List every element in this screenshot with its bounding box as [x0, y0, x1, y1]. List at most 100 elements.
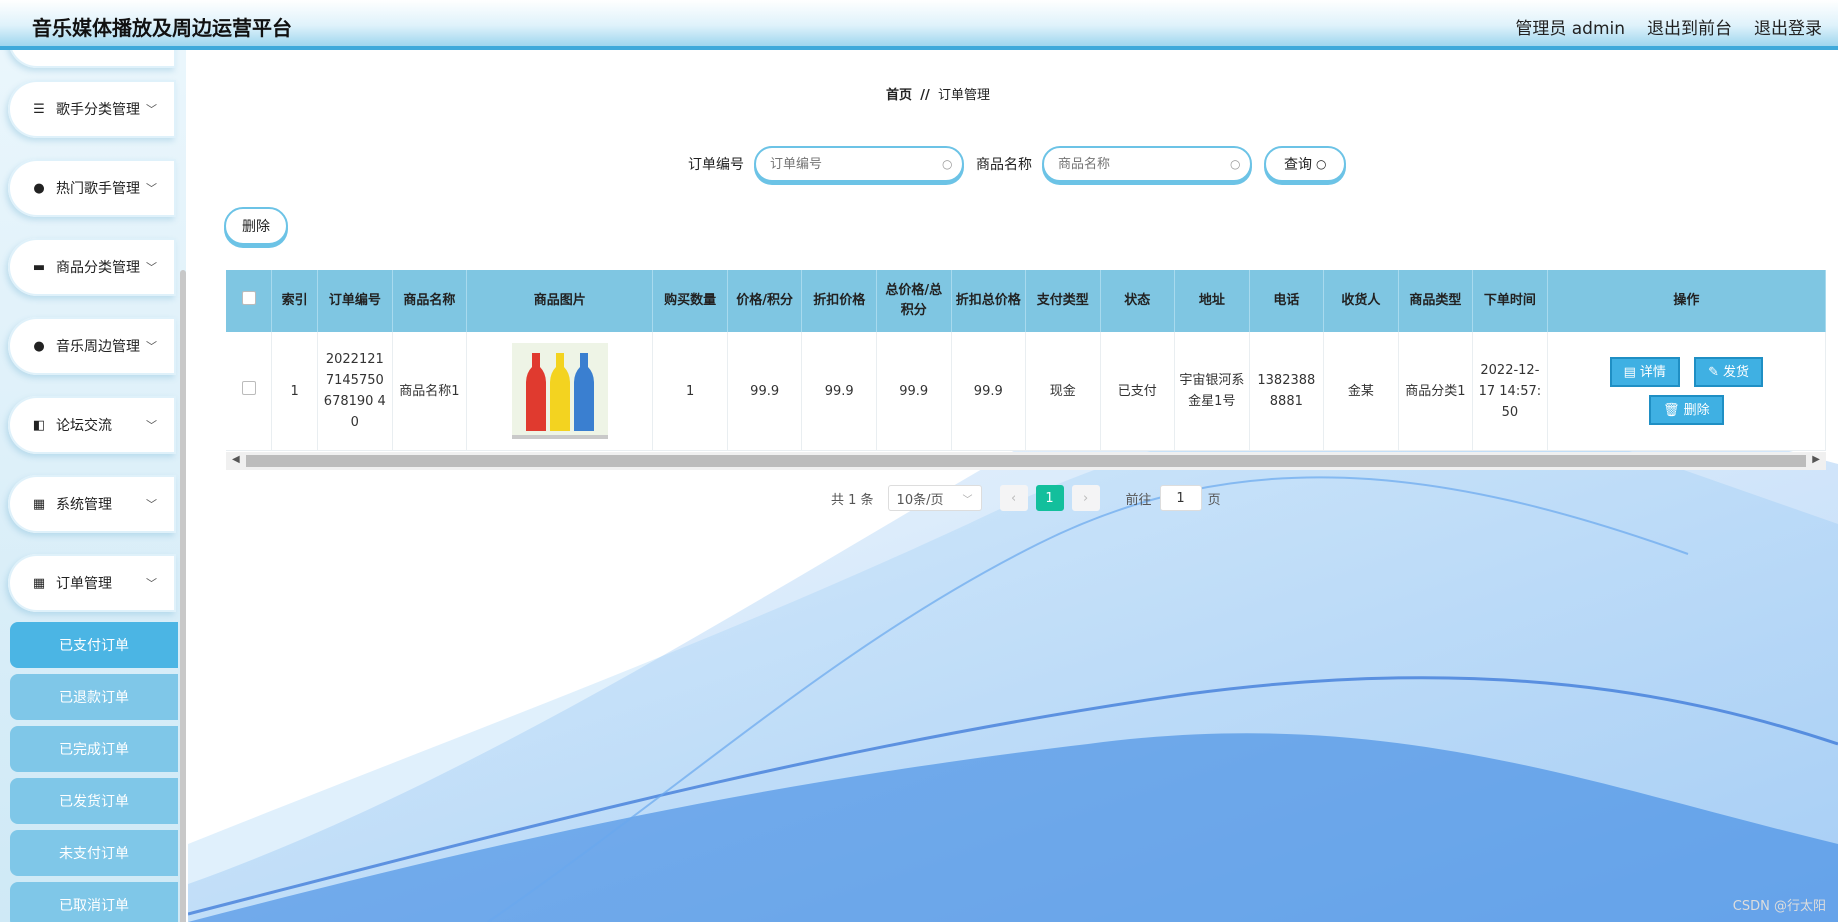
cell-price: 99.9 — [727, 332, 803, 451]
main-content: 首页 // 订单管理 订单编号 ○ 商品名称 ○ 查询 ○ 删除 — [188, 54, 1838, 922]
edit-icon: ✎ — [1708, 364, 1719, 380]
product-name-label: 商品名称 — [976, 157, 1032, 173]
box-icon: ▬ — [32, 259, 46, 275]
ship-button[interactable]: ✎ 发货 — [1694, 357, 1763, 387]
search-icon: ○ — [942, 157, 953, 171]
row-select-cell[interactable] — [226, 332, 273, 451]
chevron-down-icon: ﹀ — [962, 494, 973, 506]
sidebar-item-music-merch[interactable]: ● 音乐周边管理 ﹀ — [8, 317, 176, 375]
sidebar-item-forum[interactable]: ◧ 论坛交流 ﹀ — [8, 396, 176, 454]
col-status[interactable]: 状态 — [1100, 270, 1176, 332]
product-image[interactable] — [511, 343, 608, 439]
col-quantity[interactable]: 购买数量 — [652, 270, 728, 332]
col-discount-price[interactable]: 折扣价格 — [801, 270, 877, 332]
person-icon: ● — [33, 180, 45, 196]
sidebar-sub-shipped-orders[interactable]: 已发货订单 — [10, 778, 178, 824]
col-phone[interactable]: 电话 — [1249, 270, 1325, 332]
cell-order-time: 2022-12-17 14:57:50 — [1472, 332, 1548, 451]
cell-pay-type: 现金 — [1025, 332, 1101, 451]
cell-product-image — [466, 332, 654, 451]
order-no-input[interactable] — [768, 155, 942, 173]
cell-total: 99.9 — [876, 332, 952, 451]
page-number-1[interactable]: 1 — [1035, 485, 1064, 511]
row-checkbox[interactable] — [241, 380, 256, 395]
table-row: 1 20221217145750678190 40 商品名称1 1 99.9 9… — [226, 332, 1826, 451]
batch-delete-button[interactable]: 删除 — [224, 207, 288, 245]
cell-quantity: 1 — [652, 332, 728, 451]
sidebar-sub-refunded-orders[interactable]: 已退款订单 — [10, 674, 178, 720]
next-page-button[interactable]: › — [1071, 485, 1100, 511]
chevron-down-icon: ﹀ — [146, 103, 157, 116]
person-icon: ● — [33, 338, 45, 354]
orders-table-wrapper: 索引 订单编号 商品名称 商品图片 购买数量 价格/积分 折扣价格 总价格/总积… — [226, 270, 1826, 470]
chevron-right-icon: › — [1082, 490, 1089, 506]
table-horizontal-scrollbar[interactable]: ◀ ▶ — [226, 452, 1826, 470]
trash-icon: 🗑 — [1663, 402, 1680, 418]
col-index[interactable]: 索引 — [271, 270, 319, 332]
col-receiver[interactable]: 收货人 — [1323, 270, 1399, 332]
search-bar: 订单编号 ○ 商品名称 ○ 查询 ○ — [688, 146, 1347, 182]
breadcrumb-home[interactable]: 首页 — [886, 88, 912, 103]
col-discount-total[interactable]: 折扣总价格 — [951, 270, 1027, 332]
cell-discount-total: 99.9 — [951, 332, 1027, 451]
col-product-image[interactable]: 商品图片 — [466, 270, 654, 332]
col-address[interactable]: 地址 — [1174, 270, 1250, 332]
sidebar-item-hot-singer[interactable]: ● 热门歌手管理 ﹀ — [8, 159, 176, 217]
col-order-no[interactable]: 订单编号 — [317, 270, 393, 332]
app-title: 音乐媒体播放及周边运营平台 — [32, 16, 292, 40]
cell-status: 已支付 — [1100, 332, 1176, 451]
exit-to-front-link[interactable]: 退出到前台 — [1647, 14, 1732, 39]
table-header-row: 索引 订单编号 商品名称 商品图片 购买数量 价格/积分 折扣价格 总价格/总积… — [226, 270, 1826, 332]
top-header: 音乐媒体播放及周边运营平台 管理员 admin 退出到前台 退出登录 — [0, 0, 1838, 50]
col-order-time[interactable]: 下单时间 — [1472, 270, 1548, 332]
chat-icon: ◧ — [32, 417, 46, 433]
sidebar-sub-completed-orders[interactable]: 已完成订单 — [10, 726, 178, 772]
cell-receiver: 金某 — [1323, 332, 1399, 451]
admin-user-label: 管理员 admin — [1515, 19, 1625, 39]
sidebar-item-orders[interactable]: ▦ 订单管理 ﹀ — [8, 554, 176, 612]
col-price[interactable]: 价格/积分 — [727, 270, 803, 332]
chevron-down-icon: ﹀ — [146, 261, 157, 274]
product-name-field[interactable]: ○ — [1042, 146, 1252, 182]
col-product-name[interactable]: 商品名称 — [392, 270, 468, 332]
page-size-select[interactable]: 10条/页 ﹀ — [887, 485, 982, 511]
order-no-label: 订单编号 — [688, 157, 744, 173]
pagination: 共 1 条 10条/页 ﹀ ‹ 1 › 前往 1 页 — [831, 485, 1221, 511]
sidebar-sub-paid-orders[interactable]: 已支付订单 — [10, 622, 178, 668]
sidebar-item-partial[interactable] — [8, 50, 176, 68]
orders-table: 索引 订单编号 商品名称 商品图片 购买数量 价格/积分 折扣价格 总价格/总积… — [226, 270, 1826, 451]
row-delete-button[interactable]: 🗑 删除 — [1649, 395, 1724, 425]
cell-product-name: 商品名称1 — [392, 332, 468, 451]
col-product-type[interactable]: 商品类型 — [1398, 270, 1474, 332]
select-all-header[interactable] — [226, 270, 273, 332]
goto-page-input[interactable]: 1 — [1159, 485, 1202, 511]
scroll-left-arrow-icon[interactable]: ◀ — [232, 454, 240, 465]
cell-order-no: 20221217145750678190 40 — [317, 332, 393, 451]
sidebar-sub-cancelled-orders[interactable]: 已取消订单 — [10, 882, 178, 922]
detail-button[interactable]: ▤ 详情 — [1609, 357, 1680, 387]
scroll-right-arrow-icon[interactable]: ▶ — [1812, 454, 1820, 465]
sidebar-scrollbar[interactable] — [180, 270, 186, 922]
logout-link[interactable]: 退出登录 — [1754, 14, 1822, 39]
order-no-field[interactable]: ○ — [754, 146, 964, 182]
breadcrumb: 首页 // 订单管理 — [188, 84, 1688, 103]
prev-page-button[interactable]: ‹ — [999, 485, 1028, 511]
cell-actions: ▤ 详情 ✎ 发货 🗑 删除 — [1547, 332, 1826, 451]
breadcrumb-current: 订单管理 — [938, 88, 991, 103]
search-icon: ○ — [1230, 157, 1241, 171]
sidebar-item-singer-category[interactable]: ☰ 歌手分类管理 ﹀ — [8, 80, 176, 138]
sidebar-item-system[interactable]: ▦ 系统管理 ﹀ — [8, 475, 176, 533]
grid-icon: ▦ — [32, 496, 46, 512]
search-icon: ○ — [1316, 157, 1327, 171]
col-total[interactable]: 总价格/总积分 — [876, 270, 952, 332]
cell-product-type: 商品分类1 — [1398, 332, 1474, 451]
col-pay-type[interactable]: 支付类型 — [1025, 270, 1101, 332]
sidebar-sub-unpaid-orders[interactable]: 未支付订单 — [10, 830, 178, 876]
cell-phone: 13823888881 — [1249, 332, 1325, 451]
chevron-left-icon: ‹ — [1010, 490, 1017, 506]
scrollbar-thumb[interactable] — [246, 455, 1806, 467]
sidebar-item-product-category[interactable]: ▬ 商品分类管理 ﹀ — [8, 238, 176, 296]
select-all-checkbox[interactable] — [241, 290, 256, 305]
query-button[interactable]: 查询 ○ — [1264, 146, 1347, 182]
product-name-input[interactable] — [1056, 155, 1230, 173]
